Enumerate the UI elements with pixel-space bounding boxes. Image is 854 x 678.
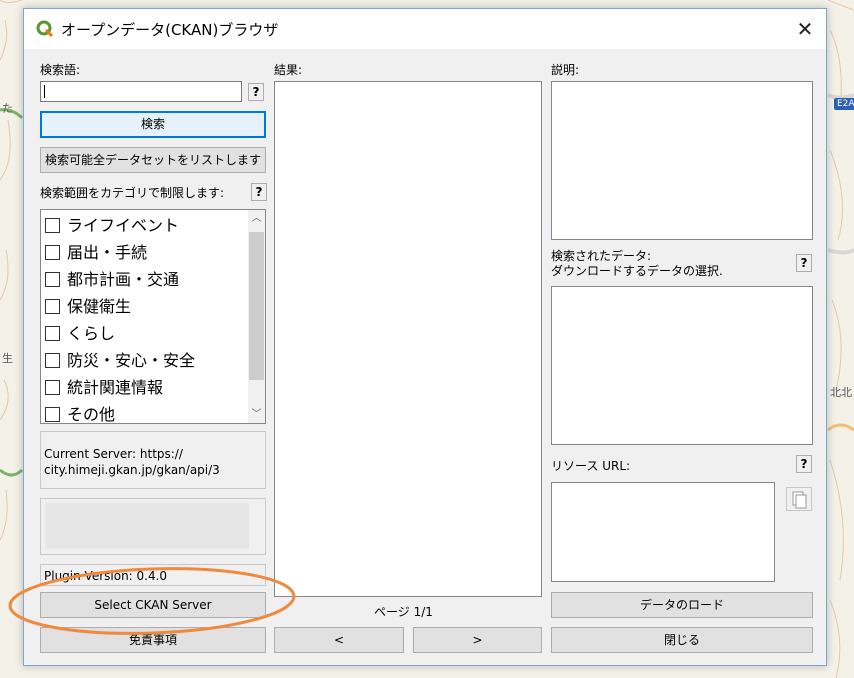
- checkbox[interactable]: [45, 218, 60, 233]
- next-page-button[interactable]: >: [413, 627, 542, 653]
- checkbox[interactable]: [45, 272, 60, 287]
- checkbox[interactable]: [45, 380, 60, 395]
- category-item[interactable]: 防災・安心・安全: [45, 347, 195, 374]
- search-input[interactable]: [40, 81, 242, 102]
- disclaimer-button[interactable]: 免責事項: [40, 627, 266, 653]
- resource-url-box[interactable]: [551, 482, 775, 582]
- page-indicator: ページ 1/1: [374, 605, 433, 619]
- description-label: 説明:: [551, 63, 580, 77]
- map-place-label: 北北: [830, 386, 852, 399]
- plugin-info-area: [45, 503, 249, 549]
- load-data-button[interactable]: データのロード: [551, 592, 813, 618]
- category-filter-label: 検索範囲をカテゴリで制限します:: [40, 186, 225, 200]
- category-list[interactable]: ライフイベント 届出・手続 都市計画・交通 保健衛生 くらし 防災・安心・安全 …: [40, 209, 266, 424]
- results-list[interactable]: [274, 81, 542, 597]
- map-place-label: 生: [2, 352, 13, 365]
- plugin-version-panel: Plugin Version: 0.4.0: [40, 564, 266, 586]
- close-icon[interactable]: ✕: [790, 14, 820, 44]
- category-item[interactable]: ライフイベント: [45, 212, 179, 239]
- category-item[interactable]: 統計関連情報: [45, 374, 163, 401]
- category-item[interactable]: 都市計画・交通: [45, 266, 179, 293]
- searched-data-label: 検索されたデータ: ダウンロードするデータの選択.: [551, 249, 723, 278]
- title-bar: オープンデータ(CKAN)ブラウザ ✕: [24, 9, 826, 49]
- category-item[interactable]: くらし: [45, 320, 115, 347]
- chevron-up-icon[interactable]: ︿: [248, 210, 265, 227]
- search-label: 検索語:: [40, 63, 81, 77]
- category-item[interactable]: 保健衛生: [45, 293, 131, 320]
- data-help-button[interactable]: ?: [796, 254, 812, 272]
- close-button[interactable]: 閉じる: [551, 627, 813, 653]
- scrollbar-thumb[interactable]: [249, 232, 264, 380]
- checkbox[interactable]: [45, 245, 60, 260]
- checkbox[interactable]: [45, 326, 60, 341]
- description-box[interactable]: [551, 81, 813, 240]
- copy-button[interactable]: [786, 487, 812, 511]
- qgis-logo-icon: [36, 20, 54, 38]
- current-server-text: Current Server: https:// city.himeji.gka…: [44, 447, 220, 477]
- chevron-down-icon[interactable]: ﹀: [248, 406, 265, 423]
- select-ckan-server-button[interactable]: Select CKAN Server: [40, 592, 266, 618]
- category-item[interactable]: その他: [45, 401, 115, 423]
- checkbox[interactable]: [45, 353, 60, 368]
- list-all-datasets-button[interactable]: 検索可能全データセットをリストします: [40, 147, 266, 173]
- category-help-button[interactable]: ?: [251, 183, 267, 201]
- window-title: オープンデータ(CKAN)ブラウザ: [61, 21, 279, 39]
- category-scrollbar[interactable]: ︿ ﹀: [248, 210, 265, 423]
- checkbox[interactable]: [45, 407, 60, 422]
- previous-page-button[interactable]: <: [274, 627, 404, 653]
- ckan-browser-dialog: オープンデータ(CKAN)ブラウザ ✕ 検索語: ? 検索 検索可能全データセッ…: [23, 8, 827, 666]
- text-caret: [44, 85, 45, 98]
- category-item[interactable]: 届出・手続: [45, 239, 147, 266]
- copy-icon: [792, 491, 807, 509]
- checkbox[interactable]: [45, 299, 60, 314]
- search-button[interactable]: 検索: [40, 111, 266, 138]
- plugin-info-panel: [40, 498, 266, 555]
- plugin-version-text: Plugin Version: 0.4.0: [44, 569, 168, 583]
- results-label: 結果:: [274, 63, 303, 77]
- data-selection-list[interactable]: [551, 286, 813, 445]
- search-help-button[interactable]: ?: [248, 83, 264, 101]
- resource-help-button[interactable]: ?: [796, 455, 812, 473]
- resource-url-label: リソース URL:: [551, 459, 631, 473]
- road-badge: E2A: [834, 98, 854, 110]
- map-place-label: た: [2, 102, 13, 115]
